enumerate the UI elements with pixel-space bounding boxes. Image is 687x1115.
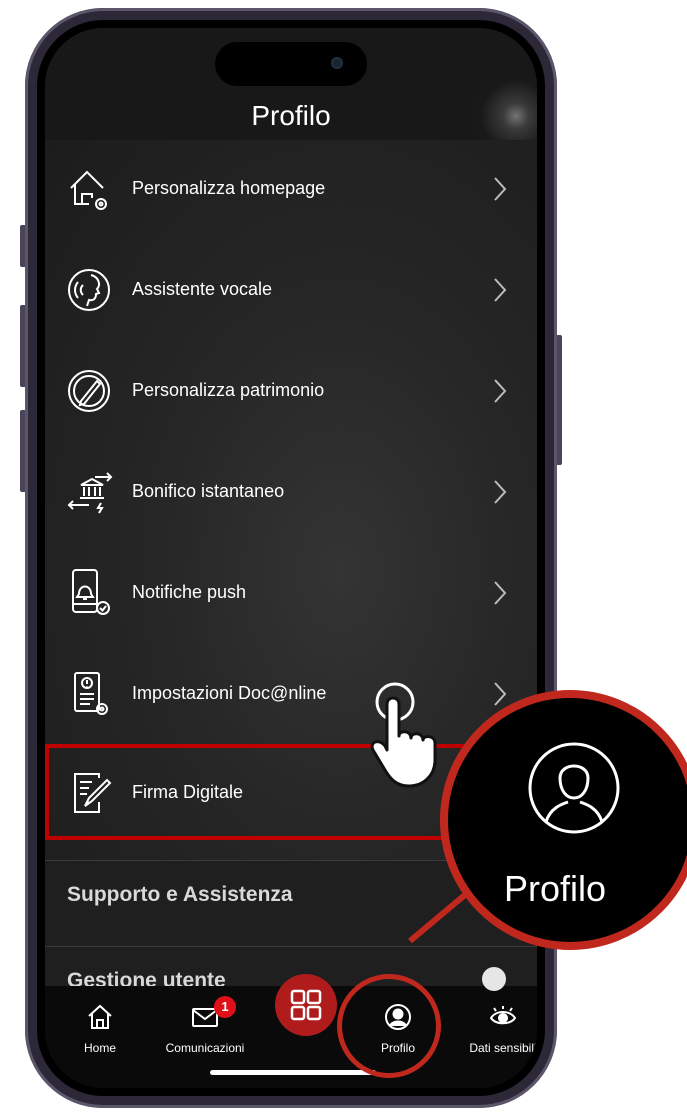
instant-transfer-icon (67, 472, 113, 514)
home-icon (88, 1004, 112, 1029)
callout-label: Profilo (504, 868, 607, 909)
grid-apps-icon (290, 989, 322, 1021)
eye-icon (489, 1006, 517, 1025)
phone-bezel: Profilo Personalizza homepage Assistente… (37, 20, 545, 1096)
menu-item-label: Personalizza patrimonio (132, 380, 325, 400)
apps-menu-button[interactable] (275, 974, 337, 1036)
hand-pointer-icon (370, 682, 437, 788)
menu-item-notifiche-push[interactable]: Notifiche push (45, 544, 537, 644)
tab-label: Home (83, 1041, 116, 1055)
menu-item-label: Personalizza homepage (132, 178, 326, 198)
tab-dati-sensibili[interactable]: Dati sensibili (453, 986, 537, 1066)
menu-item-assistente-vocale[interactable]: Assistente vocale (45, 241, 537, 341)
phone-bell-icon (72, 569, 110, 615)
section-label: Supporto e Assistenza (67, 883, 293, 906)
page-title: Profilo (251, 100, 331, 131)
profile-icon (528, 742, 620, 834)
menu-item-label: Bonifico istantaneo (132, 481, 285, 501)
chevron-right-icon (494, 379, 507, 403)
pie-chart-pencil-icon (68, 370, 110, 412)
camera-icon (331, 57, 343, 69)
dynamic-island (215, 42, 367, 86)
home-indicator[interactable] (210, 1070, 376, 1075)
phone-frame: Profilo Personalizza homepage Assistente… (25, 8, 557, 1108)
chevron-right-icon (494, 480, 507, 504)
chevron-right-icon (494, 682, 507, 706)
tab-label: Comunicazioni (165, 1041, 245, 1055)
menu-item-personalizza-homepage[interactable]: Personalizza homepage (45, 140, 537, 240)
home-settings-icon (70, 170, 107, 210)
profilo-tab-highlight-ring (337, 974, 441, 1078)
chevron-right-icon (494, 581, 507, 605)
tab-home[interactable]: Home (65, 986, 135, 1066)
collapse-icon[interactable] (482, 967, 506, 991)
app-screen: Profilo Personalizza homepage Assistente… (45, 28, 537, 1088)
menu-item-impostazioni-doconline[interactable]: Impostazioni Doc@nline (45, 645, 537, 745)
menu-item-personalizza-patrimonio[interactable]: Personalizza patrimonio (45, 342, 537, 442)
voice-assistant-icon (68, 269, 110, 311)
chevron-right-icon (494, 278, 507, 302)
menu-item-label: Assistente vocale (132, 279, 273, 299)
profilo-callout: Profilo (440, 690, 687, 950)
tab-label: Dati sensibili (469, 1041, 537, 1055)
menu-item-bonifico-istantaneo[interactable]: Bonifico istantaneo (45, 443, 537, 543)
document-settings-icon (74, 672, 108, 715)
chevron-right-icon (494, 177, 507, 201)
menu-item-label: Notifiche push (132, 582, 247, 602)
notification-badge: 1 (214, 996, 236, 1018)
tab-comunicazioni[interactable]: 1 Comunicazioni (150, 986, 260, 1066)
menu-item-label: Impostazioni Doc@nline (132, 683, 327, 703)
